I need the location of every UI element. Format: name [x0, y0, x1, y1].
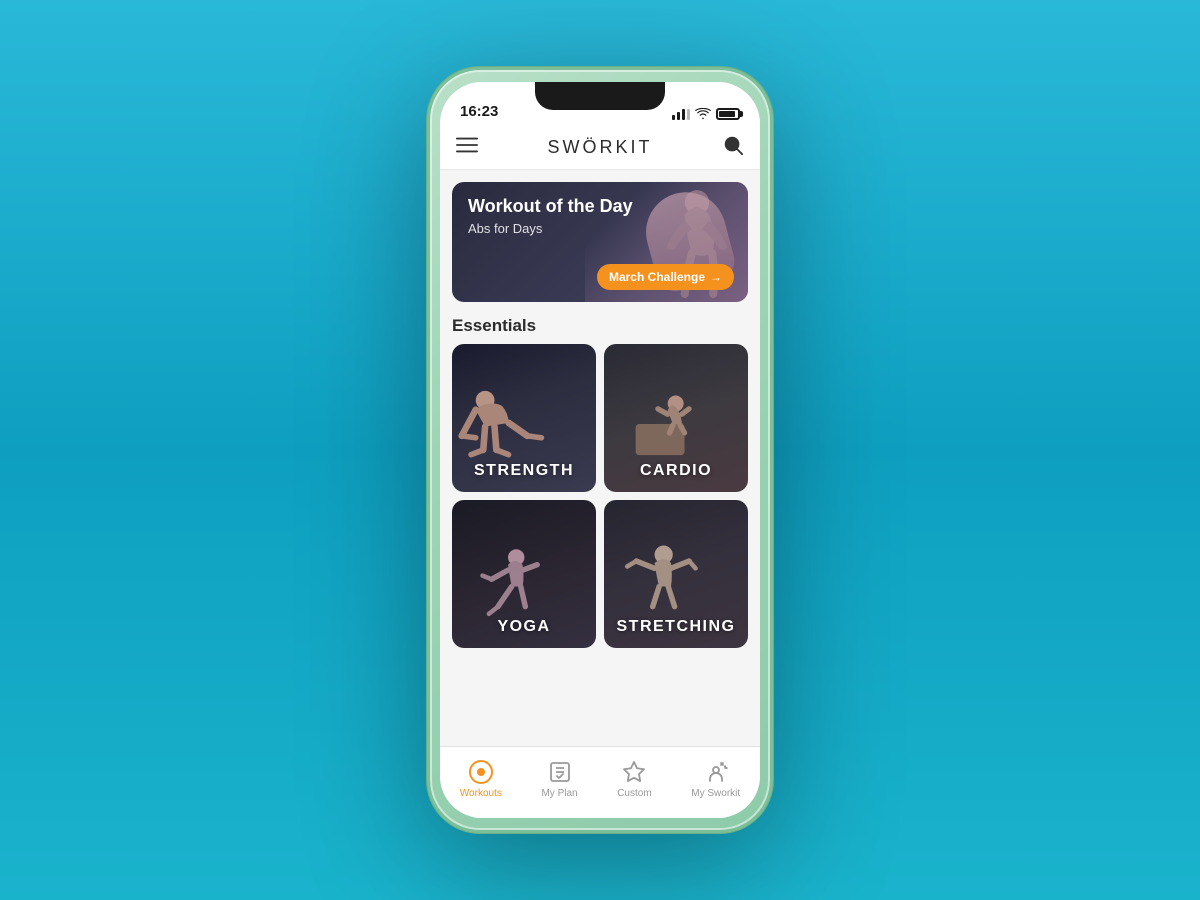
- nav-item-my-sworkit[interactable]: My Sworkit: [691, 759, 740, 799]
- wifi-icon: [695, 108, 711, 120]
- my-sworkit-nav-icon: [703, 759, 729, 785]
- yoga-card-label: YOGA: [452, 618, 596, 636]
- status-icons: [672, 108, 740, 120]
- yoga-figure: [457, 541, 566, 623]
- essentials-grid: STRENGTH CAR: [452, 344, 748, 648]
- yoga-card[interactable]: YOGA: [452, 500, 596, 648]
- cardio-figure: [609, 384, 716, 464]
- my-plan-nav-label: My Plan: [541, 788, 577, 799]
- search-icon[interactable]: [722, 134, 744, 161]
- phone-screen: 16:23: [440, 82, 760, 818]
- hero-title: Workout of the Day: [468, 196, 732, 218]
- nav-item-my-plan[interactable]: My Plan: [541, 759, 577, 799]
- status-time: 16:23: [460, 103, 498, 120]
- hero-cta-label: March Challenge: [609, 270, 705, 284]
- custom-nav-icon: [621, 759, 647, 785]
- workouts-nav-label: Workouts: [460, 788, 502, 799]
- stretching-figure: [609, 541, 718, 623]
- signal-icon: [672, 109, 690, 120]
- app-title: SWÖRKIT: [548, 137, 653, 158]
- hero-subtitle: Abs for Days: [468, 221, 732, 236]
- hero-banner[interactable]: Workout of the Day Abs for Days March Ch…: [452, 182, 748, 302]
- app-header: SWÖRKIT: [440, 126, 760, 170]
- strength-figure: [457, 389, 570, 464]
- strength-card-label: STRENGTH: [452, 462, 596, 480]
- essentials-section-label: Essentials: [452, 316, 748, 336]
- cardio-card-label: CARDIO: [604, 462, 748, 480]
- bottom-nav: Workouts My Plan: [440, 746, 760, 818]
- hero-cta-arrow: →: [710, 270, 722, 284]
- phone-notch: [535, 82, 665, 110]
- app-content: Workout of the Day Abs for Days March Ch…: [440, 170, 760, 746]
- stretching-card-label: STRETCHING: [604, 618, 748, 636]
- my-sworkit-nav-label: My Sworkit: [691, 788, 740, 799]
- stretching-card[interactable]: STRETCHING: [604, 500, 748, 648]
- nav-item-custom[interactable]: Custom: [617, 759, 651, 799]
- nav-item-workouts[interactable]: Workouts: [460, 759, 502, 799]
- custom-nav-label: Custom: [617, 788, 651, 799]
- phone-device: 16:23: [430, 70, 770, 830]
- hero-cta-button[interactable]: March Challenge →: [597, 264, 734, 290]
- bottom-spacer: [440, 648, 760, 660]
- my-plan-nav-icon: [547, 759, 573, 785]
- battery-icon: [716, 108, 740, 120]
- cardio-card[interactable]: CARDIO: [604, 344, 748, 492]
- workouts-nav-icon: [468, 759, 494, 785]
- strength-card[interactable]: STRENGTH: [452, 344, 596, 492]
- menu-icon[interactable]: [456, 134, 478, 161]
